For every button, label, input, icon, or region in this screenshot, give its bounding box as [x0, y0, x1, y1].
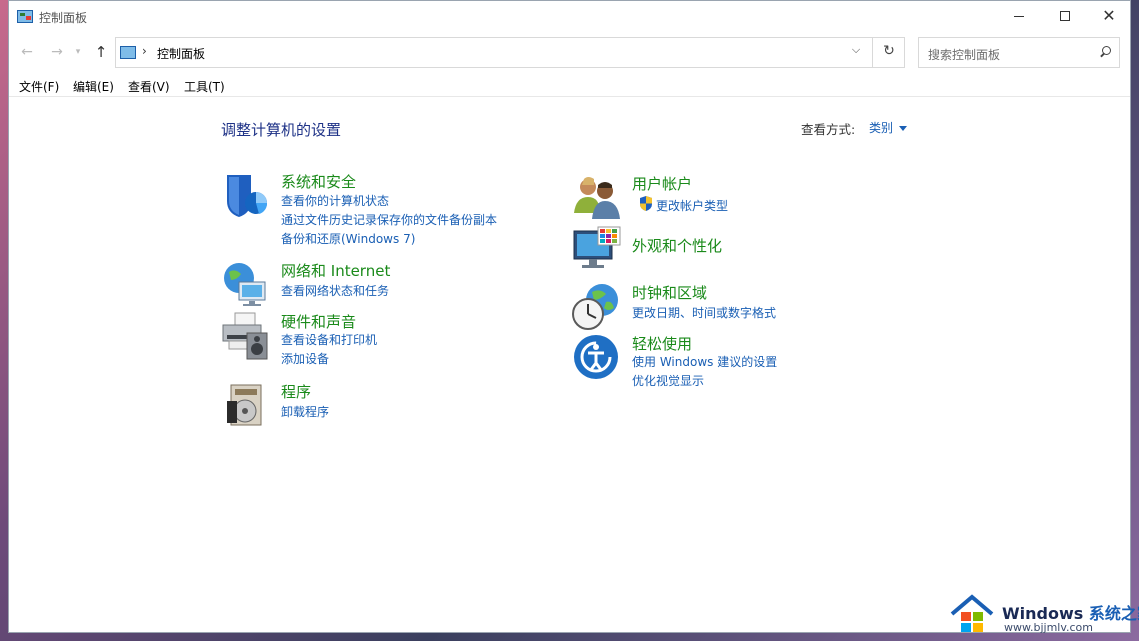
- watermark: Windows 系统之家 www.bjjmlv.com: [948, 590, 1139, 641]
- title-bar: 控制面板 ✕: [9, 1, 1130, 33]
- chevron-down-icon: [899, 126, 908, 131]
- printer-icon: [222, 312, 268, 360]
- category-hardware-sound: 硬件和声音 查看设备和打印机 添加设备: [221, 311, 561, 371]
- category-title[interactable]: 轻松使用: [632, 333, 692, 354]
- breadcrumb-control-panel[interactable]: 控制面板: [157, 45, 205, 62]
- minimize-button[interactable]: [996, 1, 1042, 33]
- close-button[interactable]: ✕: [1086, 1, 1132, 33]
- link-uninstall-program[interactable]: 卸载程序: [281, 403, 329, 420]
- link-network-status[interactable]: 查看网络状态和任务: [281, 282, 389, 299]
- category-title[interactable]: 时钟和区域: [632, 282, 707, 303]
- control-panel-icon: [120, 46, 136, 59]
- category-system-security: 系统和安全 查看你的计算机状态 通过文件历史记录保存你的文件备份副本 备份和还原…: [221, 171, 561, 251]
- category-title[interactable]: 用户帐户: [632, 173, 692, 194]
- menu-view[interactable]: 查看(V): [128, 78, 170, 95]
- windows-house-logo-icon: [950, 594, 994, 632]
- menu-file[interactable]: 文件(F): [19, 78, 59, 95]
- recent-locations-button[interactable]: ▾: [71, 41, 85, 63]
- window-title: 控制面板: [39, 11, 88, 25]
- page-title: 调整计算机的设置: [221, 121, 342, 139]
- menu-bar: 文件(F) 编辑(E) 查看(V) 工具(T): [9, 75, 1130, 97]
- view-by-value: 类别: [869, 121, 894, 135]
- category-ease-of-access: 轻松使用 使用 Windows 建议的设置 优化视觉显示: [572, 333, 912, 393]
- back-button[interactable]: ←: [17, 41, 37, 63]
- navigation-bar: ← → ▾ ↑ › 控制面板 ⌵ ↻ 搜索控制面板: [9, 37, 1130, 69]
- network-globe-icon: [224, 263, 266, 306]
- chevron-right-icon[interactable]: ›: [142, 44, 147, 58]
- link-devices-printers[interactable]: 查看设备和打印机: [281, 331, 377, 348]
- shield-icon: [227, 175, 268, 217]
- link-backup-restore[interactable]: 备份和还原(Windows 7): [281, 230, 415, 247]
- programs-disc-icon: [227, 384, 262, 426]
- uac-shield-icon: [640, 196, 652, 211]
- divider: [872, 38, 873, 67]
- view-by-dropdown[interactable]: 类别: [869, 119, 908, 136]
- link-windows-recommended-settings[interactable]: 使用 Windows 建议的设置: [632, 353, 777, 370]
- link-optimize-visual-display[interactable]: 优化视觉显示: [632, 372, 704, 389]
- address-dropdown-button[interactable]: ⌵: [848, 43, 864, 61]
- category-clock-region: 时钟和区域 更改日期、时间或数字格式: [572, 282, 912, 330]
- control-panel-window: 控制面板 ✕ ← → ▾ ↑ › 控制面板 ⌵ ↻ 搜索控制面板 文件(F) 编…: [8, 0, 1131, 633]
- category-title[interactable]: 外观和个性化: [632, 235, 722, 256]
- ease-of-access-icon: [574, 335, 618, 379]
- category-user-accounts: 用户帐户 更改帐户类型: [572, 173, 912, 219]
- category-appearance: 外观和个性化: [572, 225, 912, 275]
- category-title[interactable]: 网络和 Internet: [281, 260, 390, 281]
- search-input[interactable]: 搜索控制面板: [918, 37, 1120, 68]
- refresh-button[interactable]: ↻: [880, 43, 898, 61]
- clock-globe-icon: [572, 284, 618, 330]
- search-icon[interactable]: [1099, 46, 1111, 58]
- control-panel-icon: [17, 10, 33, 23]
- category-title[interactable]: 程序: [281, 381, 311, 402]
- search-placeholder: 搜索控制面板: [928, 48, 1001, 62]
- menu-tools[interactable]: 工具(T): [184, 78, 225, 95]
- link-change-date-time-format[interactable]: 更改日期、时间或数字格式: [632, 304, 776, 321]
- link-view-computer-status[interactable]: 查看你的计算机状态: [281, 192, 389, 209]
- link-file-history[interactable]: 通过文件历史记录保存你的文件备份副本: [281, 211, 497, 228]
- watermark-url: www.bjjmlv.com: [1004, 621, 1093, 634]
- maximize-button[interactable]: [1042, 1, 1088, 33]
- category-network: 网络和 Internet 查看网络状态和任务: [221, 260, 561, 306]
- watermark-brand-b: 系统之家: [1088, 604, 1139, 623]
- forward-button[interactable]: →: [47, 41, 67, 63]
- link-add-device[interactable]: 添加设备: [281, 350, 329, 367]
- monitor-palette-icon: [573, 226, 621, 268]
- category-programs: 程序 卸载程序: [221, 381, 561, 427]
- link-change-account-type[interactable]: 更改帐户类型: [656, 197, 728, 214]
- view-by-label: 查看方式:: [801, 122, 856, 137]
- users-icon: [574, 177, 620, 219]
- up-button[interactable]: ↑: [91, 41, 111, 63]
- category-title[interactable]: 硬件和声音: [281, 311, 356, 332]
- address-bar[interactable]: › 控制面板 ⌵ ↻: [115, 37, 905, 68]
- category-title[interactable]: 系统和安全: [281, 171, 356, 192]
- maximize-icon: [1060, 11, 1070, 21]
- minimize-icon: [1014, 15, 1024, 17]
- menu-edit[interactable]: 编辑(E): [73, 78, 114, 95]
